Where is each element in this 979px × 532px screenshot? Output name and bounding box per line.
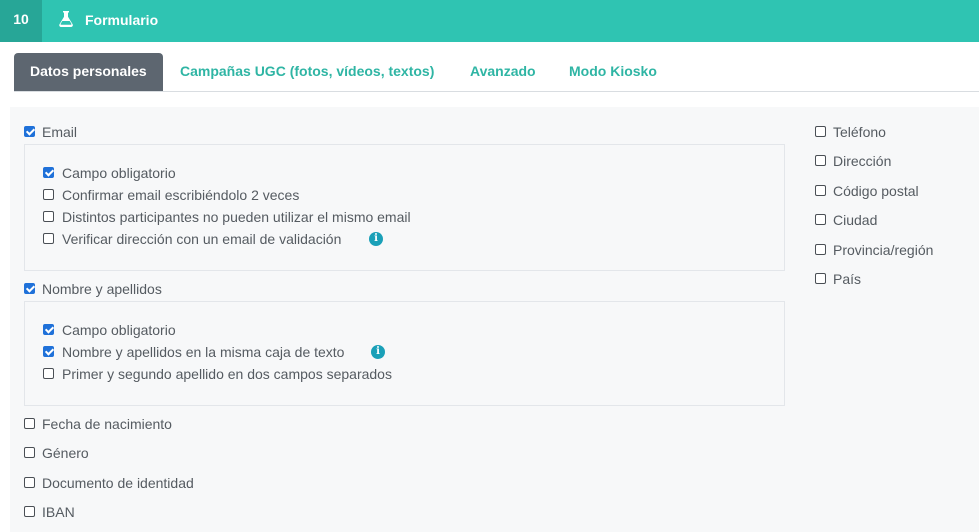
birthdate-label: Fecha de nacimiento (42, 416, 172, 432)
email-unique-checkbox[interactable] (43, 211, 54, 222)
tab-avanzado[interactable]: Avanzado (454, 53, 552, 91)
city-checkbox[interactable] (815, 214, 826, 225)
tab-campanas-ugc[interactable]: Campañas UGC (fotos, vídeos, textos) (164, 53, 450, 91)
name-required-label: Campo obligatorio (62, 322, 176, 338)
tab-divider (14, 91, 979, 92)
name-split-surnames-label: Primer y segundo apellido en dos campos … (62, 366, 392, 382)
info-icon[interactable]: i (371, 345, 385, 359)
id-document-checkbox[interactable] (24, 477, 35, 488)
email-verify-label: Verificar dirección con un email de vali… (62, 231, 342, 247)
postal-code-label: Código postal (833, 183, 919, 199)
phone-label: Teléfono (833, 124, 886, 140)
name-single-box-checkbox[interactable] (43, 346, 54, 357)
name-checkbox[interactable] (24, 283, 35, 294)
page-title: Formulario (85, 12, 159, 28)
country-checkbox[interactable] (815, 273, 826, 284)
header-bar: 10 Formulario (0, 0, 979, 42)
email-label: Email (42, 124, 78, 140)
email-confirm-label: Confirmar email escribiéndolo 2 veces (62, 187, 300, 203)
email-confirm-checkbox[interactable] (43, 189, 54, 200)
flask-icon (59, 11, 73, 27)
iban-label: IBAN (42, 504, 75, 520)
phone-checkbox[interactable] (815, 126, 826, 137)
email-required-checkbox[interactable] (43, 167, 54, 178)
province-label: Provincia/región (833, 242, 934, 258)
step-number: 10 (0, 0, 42, 42)
name-label: Nombre y apellidos (42, 281, 162, 297)
name-split-surnames-checkbox[interactable] (43, 368, 54, 379)
city-label: Ciudad (833, 212, 878, 228)
tab-datos-personales[interactable]: Datos personales (14, 53, 163, 91)
gender-label: Género (42, 445, 89, 461)
email-options-box (24, 144, 785, 271)
province-checkbox[interactable] (815, 244, 826, 255)
tab-bar: Datos personales Campañas UGC (fotos, ví… (0, 53, 979, 92)
country-label: País (833, 271, 862, 287)
name-required-checkbox[interactable] (43, 324, 54, 335)
id-document-label: Documento de identidad (42, 475, 194, 491)
email-checkbox[interactable] (24, 126, 35, 137)
address-label: Dirección (833, 153, 892, 169)
name-single-box-label: Nombre y apellidos en la misma caja de t… (62, 344, 345, 360)
address-checkbox[interactable] (815, 155, 826, 166)
gender-checkbox[interactable] (24, 447, 35, 458)
email-required-label: Campo obligatorio (62, 165, 176, 181)
info-icon[interactable]: i (369, 232, 383, 246)
email-unique-label: Distintos participantes no pueden utiliz… (62, 209, 411, 225)
iban-checkbox[interactable] (24, 506, 35, 517)
postal-code-checkbox[interactable] (815, 185, 826, 196)
email-verify-checkbox[interactable] (43, 233, 54, 244)
tab-modo-kiosko[interactable]: Modo Kiosko (553, 53, 673, 91)
birthdate-checkbox[interactable] (24, 418, 35, 429)
